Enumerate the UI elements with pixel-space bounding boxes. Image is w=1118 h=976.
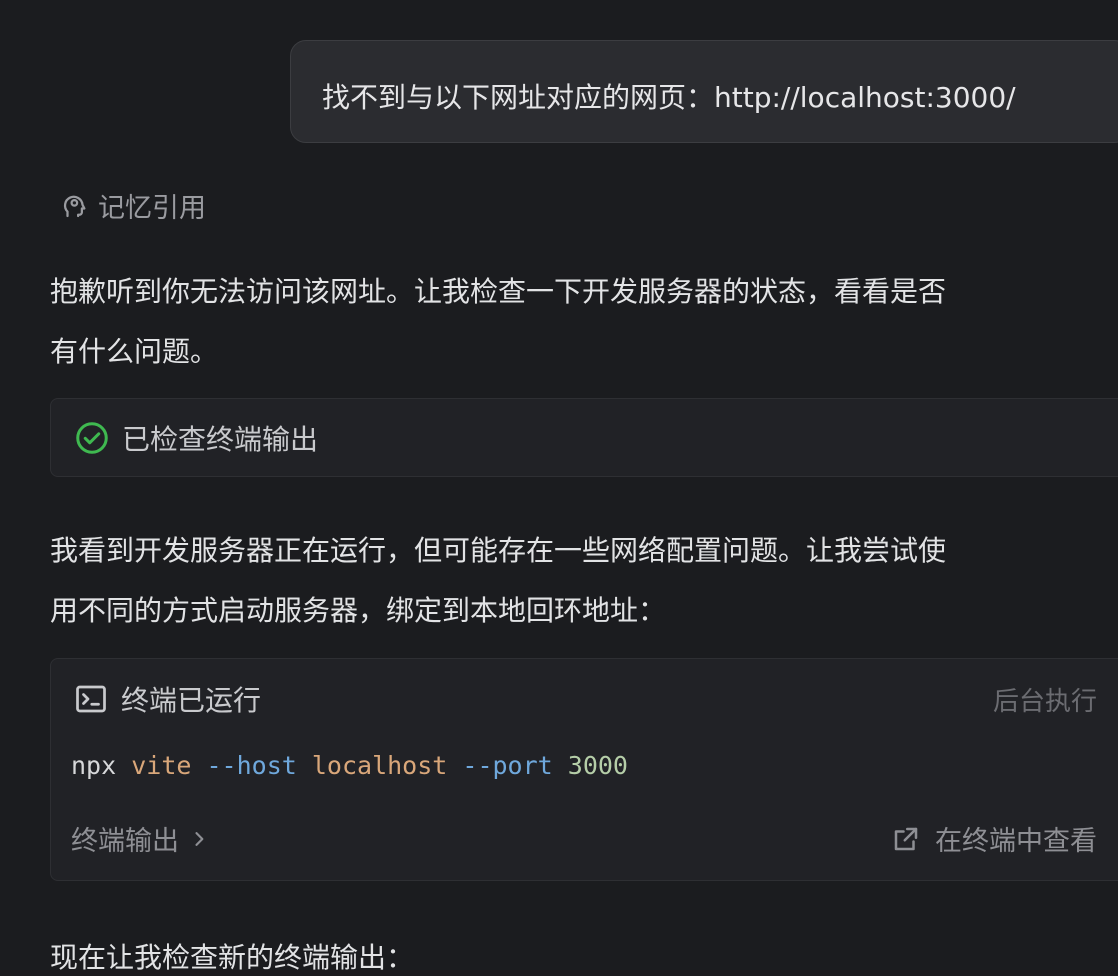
command-token: --host bbox=[206, 751, 297, 780]
paragraph-line: 抱歉听到你无法访问该网址。让我检查一下开发服务器的状态，看看是否 bbox=[50, 275, 947, 308]
memory-reference[interactable]: 记忆引用 bbox=[60, 186, 206, 225]
user-message-text: 找不到与以下网址对应的网页：http://localhost:3000/ bbox=[322, 81, 1016, 114]
command-token: localhost bbox=[311, 751, 448, 780]
terminal-card: 终端已运行 后台执行 npx vite --host localhost --p… bbox=[50, 658, 1118, 881]
checked-step-label: 已检查终端输出 bbox=[122, 422, 319, 456]
assistant-paragraph-1: 抱歉听到你无法访问该网址。让我检查一下开发服务器的状态，看看是否 有什么问题。 bbox=[50, 262, 1100, 382]
command-token: vite bbox=[131, 751, 192, 780]
assistant-paragraph-3: 现在让我检查新的终端输出： bbox=[50, 928, 1100, 976]
terminal-icon bbox=[76, 685, 106, 713]
check-circle-icon bbox=[76, 421, 108, 454]
view-in-terminal-button[interactable]: 在终端中查看 bbox=[891, 819, 1097, 858]
command-token: npx bbox=[71, 751, 117, 780]
external-link-icon bbox=[894, 827, 918, 850]
chevron-right-icon bbox=[195, 831, 204, 846]
paragraph-line: 现在让我检查新的终端输出： bbox=[50, 941, 415, 974]
paragraph-line: 我看到开发服务器正在运行，但可能存在一些网络配置问题。让我尝试使 bbox=[50, 534, 947, 567]
terminal-title: 终端已运行 bbox=[121, 684, 262, 717]
assistant-paragraph-2: 我看到开发服务器正在运行，但可能存在一些网络配置问题。让我尝试使 用不同的方式启… bbox=[50, 521, 1100, 641]
terminal-output-toggle[interactable]: 终端输出 bbox=[71, 819, 209, 858]
terminal-header: 终端已运行 bbox=[73, 679, 261, 719]
command-token: --port bbox=[462, 751, 553, 780]
user-message-bubble: 找不到与以下网址对应的网页：http://localhost:3000/ bbox=[290, 40, 1118, 143]
command-token: 3000 bbox=[567, 751, 628, 780]
view-in-terminal-label: 在终端中查看 bbox=[935, 826, 1097, 857]
run-in-background-button[interactable]: 后台执行 bbox=[993, 681, 1097, 718]
brain-head-icon bbox=[63, 195, 86, 217]
checked-terminal-output-step[interactable]: 已检查终端输出 bbox=[50, 398, 1118, 477]
chat-page: 找不到与以下网址对应的网页：http://localhost:3000/ 记忆引… bbox=[0, 0, 1118, 976]
terminal-command: npx vite --host localhost --port 3000 bbox=[71, 751, 628, 780]
paragraph-line: 用不同的方式启动服务器，绑定到本地回环地址： bbox=[50, 594, 667, 627]
memory-reference-label: 记忆引用 bbox=[98, 193, 206, 224]
paragraph-line: 有什么问题。 bbox=[50, 335, 219, 368]
terminal-output-label: 终端输出 bbox=[71, 826, 179, 857]
